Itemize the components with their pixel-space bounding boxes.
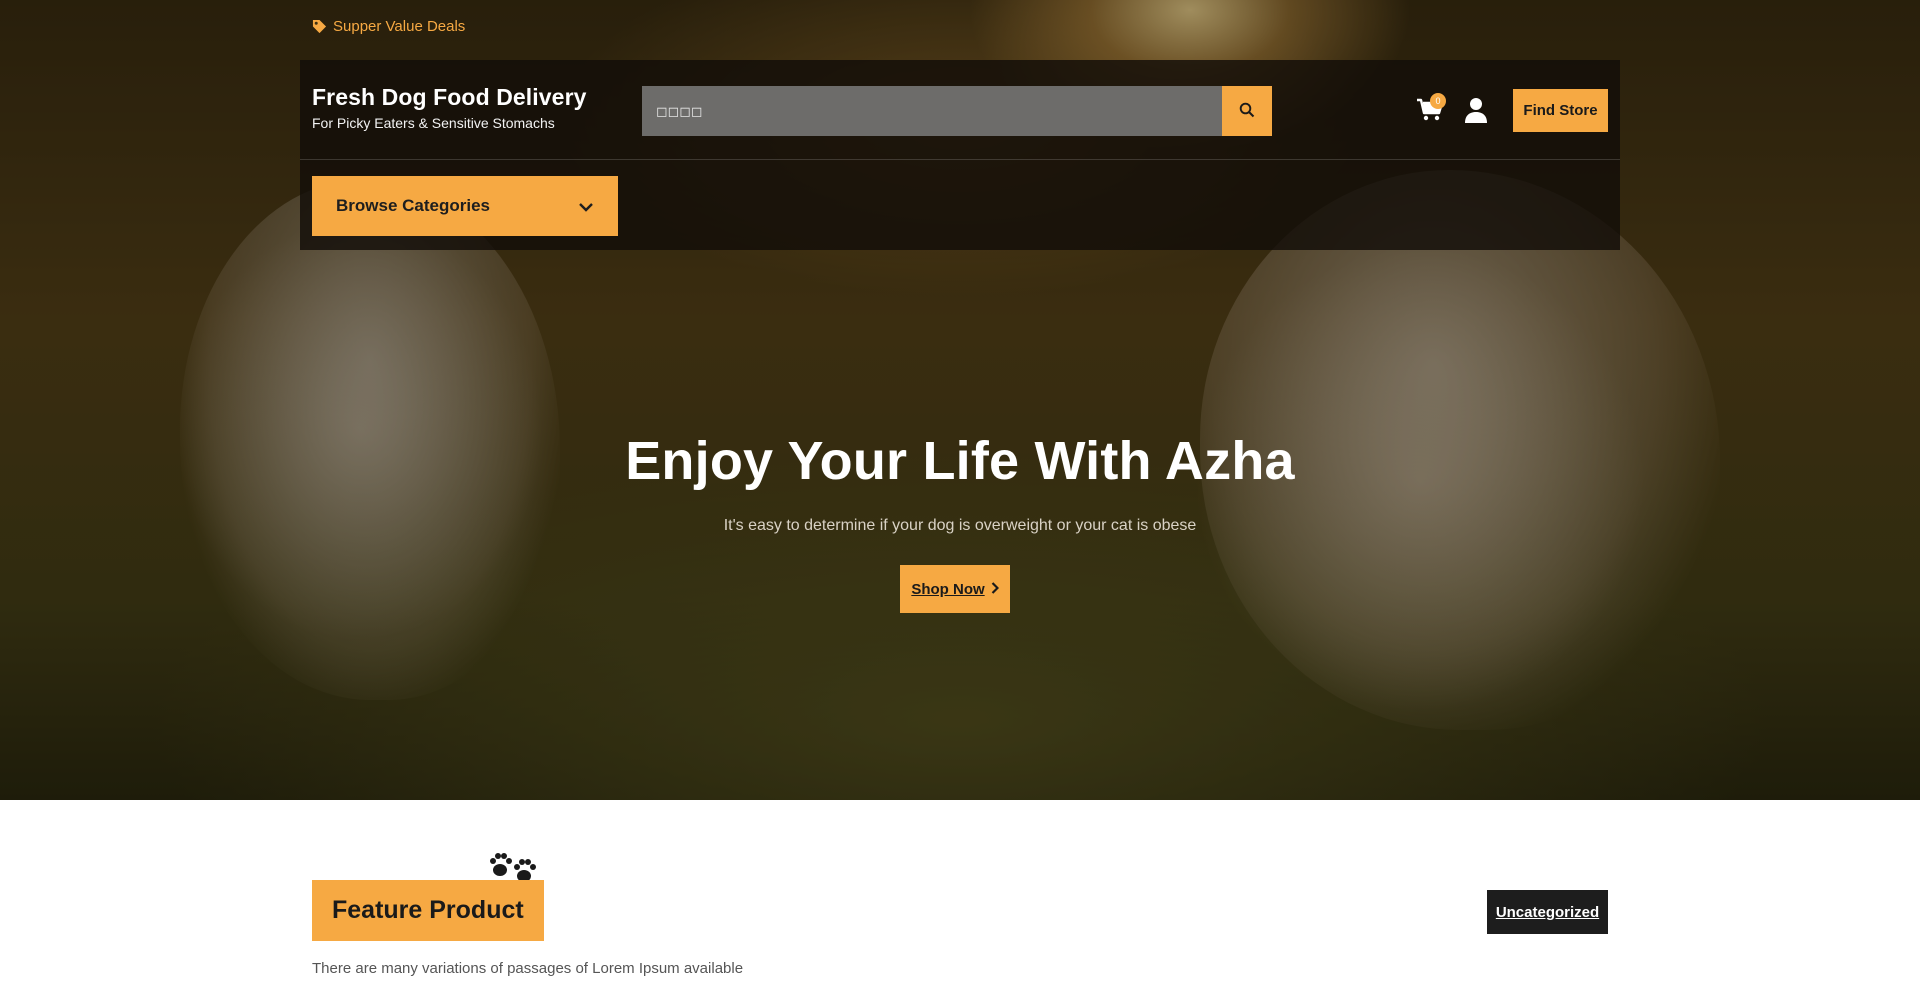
deals-strip[interactable]: Supper Value Deals	[312, 18, 465, 35]
search-input[interactable]	[642, 86, 1222, 136]
deals-label: Supper Value Deals	[333, 18, 466, 35]
hero-title: Enjoy Your Life With Azha	[625, 431, 1295, 491]
site-header: Fresh Dog Food Delivery For Picky Eaters…	[300, 60, 1620, 250]
feature-product-title: Feature Product	[312, 880, 544, 941]
chevron-down-icon	[578, 197, 594, 216]
shop-now-label: Shop Now	[911, 580, 985, 598]
account-button[interactable]	[1464, 96, 1488, 128]
tag-icon	[312, 19, 327, 34]
hero-banner: Supper Value Deals Fresh Dog Food Delive…	[0, 0, 1920, 800]
browse-categories-label: Browse Categories	[336, 196, 490, 215]
feature-product-subtitle: There are many variations of passages of…	[312, 960, 744, 977]
header-divider	[300, 159, 1620, 160]
cart-icon	[1415, 98, 1445, 128]
search-button[interactable]	[1222, 86, 1272, 136]
shop-now-button[interactable]: Shop Now	[900, 565, 1010, 613]
brand-subtitle: For Picky Eaters & Sensitive Stomachs	[312, 115, 555, 131]
brand-title: Fresh Dog Food Delivery	[312, 84, 587, 110]
uncategorized-tab[interactable]: Uncategorized	[1487, 890, 1608, 934]
find-store-button[interactable]: Find Store	[1513, 89, 1608, 132]
user-icon	[1464, 98, 1488, 128]
search-icon	[1239, 102, 1255, 121]
cart-count-badge: 0	[1430, 93, 1446, 109]
brand[interactable]: Fresh Dog Food Delivery For Picky Eaters…	[312, 84, 587, 131]
cart-button[interactable]: 0	[1415, 93, 1449, 128]
search-bar	[642, 86, 1272, 136]
browse-categories-dropdown[interactable]: Browse Categories	[312, 176, 618, 236]
chevron-right-icon	[991, 581, 999, 598]
hero-subtitle: It's easy to determine if your dog is ov…	[723, 517, 1197, 534]
